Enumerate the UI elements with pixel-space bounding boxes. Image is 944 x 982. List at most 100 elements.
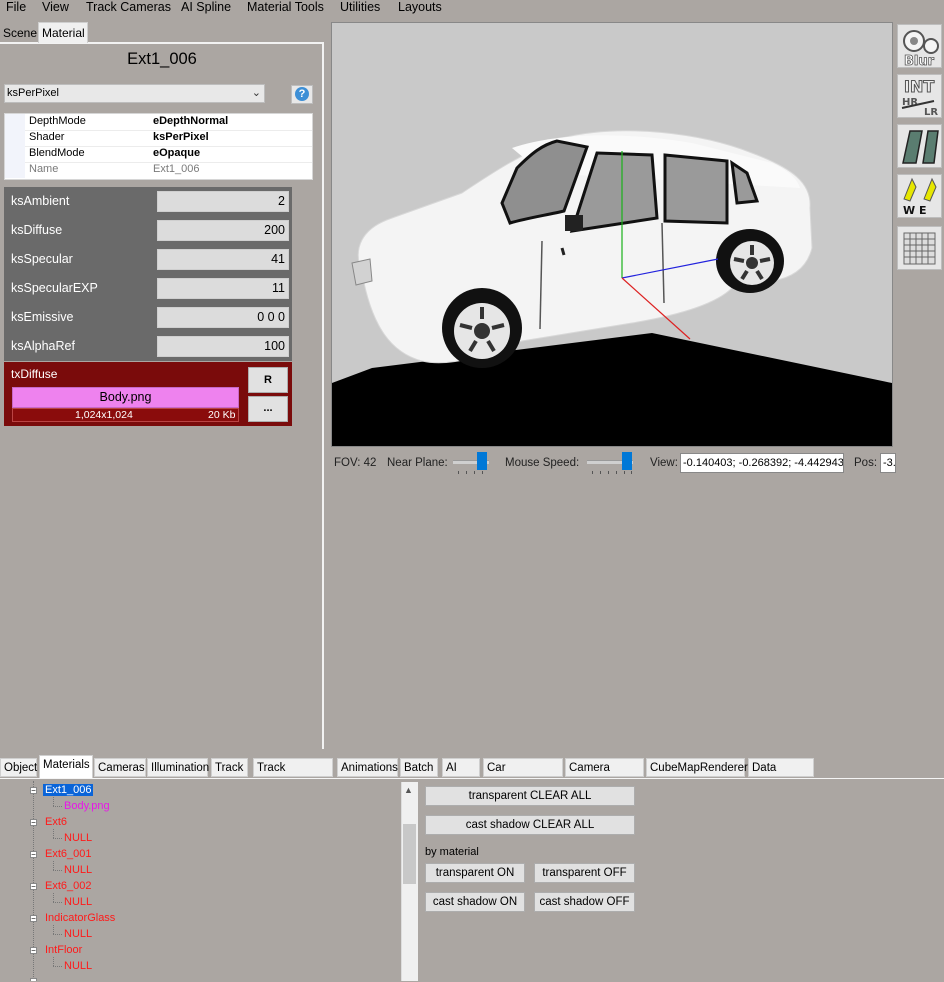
tab-data-scripts[interactable]: Data Scripts — [748, 758, 814, 793]
tree-item-texture[interactable]: NULL — [64, 928, 92, 940]
prop-key: DepthMode — [29, 115, 86, 127]
tab-object[interactable]: Object — [0, 758, 37, 777]
tab-track-cameras[interactable]: Track Cameras — [253, 758, 333, 793]
tab-ai[interactable]: AI — [442, 758, 480, 777]
tab-car-animations[interactable]: Car Animations — [483, 758, 563, 793]
svg-text:W E: W E — [903, 204, 926, 217]
grid-icon — [903, 232, 936, 265]
tree-item-texture[interactable]: NULL — [64, 864, 92, 876]
tab-scene[interactable]: Scene — [0, 24, 40, 43]
tree-scrollbar[interactable]: ▲ — [401, 782, 418, 981]
tab-illumination[interactable]: Illumination — [147, 758, 209, 777]
tree-item-material[interactable]: IntFloor — [45, 944, 82, 956]
prop-row-shader[interactable]: Shader ksPerPixel — [5, 130, 312, 147]
collapse-icon[interactable]: − — [30, 883, 37, 891]
menu-file[interactable]: File — [6, 0, 26, 14]
cast-shadow-off-button[interactable]: cast shadow OFF — [534, 892, 635, 912]
mouse-speed-slider-thumb[interactable] — [622, 452, 632, 470]
menu-ai-spline[interactable]: AI Spline — [181, 0, 231, 14]
property-grid: DepthMode eDepthNormal Shader ksPerPixel… — [4, 113, 313, 180]
tree-item-texture[interactable]: NULL — [64, 960, 92, 972]
wipers-toggle-button[interactable]: W E — [897, 174, 942, 218]
collapse-icon[interactable]: − — [30, 851, 37, 859]
menu-view[interactable]: View — [42, 0, 69, 14]
param-input[interactable]: 200 — [157, 220, 289, 241]
param-label: ksEmissive — [11, 310, 74, 324]
wipers-icon: W E — [903, 177, 937, 217]
glass-toggle-button[interactable] — [897, 124, 942, 168]
3d-viewport[interactable] — [331, 22, 893, 447]
param-label: ksAmbient — [11, 194, 70, 208]
cast-shadow-clear-all-button[interactable]: cast shadow CLEAR ALL — [425, 815, 635, 835]
chevron-down-icon: ⌄ — [251, 87, 261, 99]
tree-item-texture[interactable]: Body.png — [64, 800, 110, 812]
tree-item-material[interactable]: Ext6_001 — [45, 848, 91, 860]
interior-toggle-button[interactable]: INT HR LR — [897, 74, 942, 118]
collapse-icon[interactable]: − — [30, 787, 37, 795]
tab-camera-spline[interactable]: Camera Spline — [565, 758, 644, 793]
view-vector-input[interactable]: -0.140403; -0.268392; -4.442943 — [680, 453, 844, 473]
tab-batch[interactable]: Batch — [400, 758, 438, 777]
position-input[interactable]: -3. — [880, 453, 896, 473]
transparent-off-button[interactable]: transparent OFF — [534, 863, 635, 883]
prop-value: eDepthNormal — [153, 115, 229, 127]
transparent-on-button[interactable]: transparent ON — [425, 863, 525, 883]
prop-key: Shader — [29, 131, 65, 143]
transparent-clear-all-button[interactable]: transparent CLEAR ALL — [425, 786, 635, 806]
blur-icon: Blur — [903, 30, 939, 69]
tab-material[interactable]: Material — [38, 22, 88, 43]
prop-value: ksPerPixel — [153, 131, 209, 143]
tab-cubemaprenderer[interactable]: CubeMapRenderer — [646, 758, 748, 777]
mouse-speed-label: Mouse Speed: — [505, 457, 580, 469]
tab-animations[interactable]: Animations — [337, 758, 398, 777]
interior-icon: INT HR LR — [901, 77, 938, 118]
scroll-up-icon[interactable]: ▲ — [404, 785, 413, 795]
tab-cameras[interactable]: Cameras — [94, 758, 146, 777]
param-label: ksSpecularEXP — [11, 281, 98, 295]
menu-bar: File View Track Cameras AI Spline Materi… — [0, 0, 944, 17]
prop-row-blendmode[interactable]: BlendMode eOpaque — [5, 146, 312, 163]
material-name-title: Ext1_006 — [127, 50, 197, 68]
collapse-icon[interactable]: − — [30, 915, 37, 923]
cast-shadow-on-button[interactable]: cast shadow ON — [425, 892, 525, 912]
svg-text:INT: INT — [904, 77, 934, 96]
tab-track[interactable]: Track — [211, 758, 248, 777]
browse-texture-button[interactable]: ... — [248, 396, 288, 422]
prop-row-name[interactable]: Name Ext1_006 — [5, 162, 312, 178]
param-ksspecular: ksSpecular 41 — [4, 245, 292, 274]
help-button[interactable]: ? — [291, 85, 313, 104]
texture-file-button[interactable]: Body.png — [12, 387, 239, 408]
help-icon: ? — [295, 87, 309, 101]
param-label: ksDiffuse — [11, 223, 63, 237]
shader-params: ksAmbient 2 ksDiffuse 200 ksSpecular 41 … — [4, 187, 292, 361]
param-input[interactable]: 41 — [157, 249, 289, 270]
tab-materials[interactable]: Materials — [39, 755, 93, 778]
tree-item-material[interactable]: Ext6 — [45, 816, 67, 828]
menu-utilities[interactable]: Utilities — [340, 0, 380, 14]
texture-slot-label: txDiffuse — [11, 367, 58, 381]
param-input[interactable]: 100 — [157, 336, 289, 357]
shader-dropdown[interactable]: ksPerPixel ⌄ — [4, 84, 265, 103]
tree-item-texture[interactable]: NULL — [64, 832, 92, 844]
blur-toggle-button[interactable]: Blur — [897, 24, 942, 69]
tree-scrollbar-thumb[interactable] — [403, 824, 416, 884]
menu-layouts[interactable]: Layouts — [398, 0, 442, 14]
by-material-label: by material — [425, 846, 479, 858]
menu-track-cameras[interactable]: Track Cameras — [86, 0, 171, 14]
prop-row-depthmode[interactable]: DepthMode eDepthNormal — [5, 114, 312, 131]
param-input[interactable]: 2 — [157, 191, 289, 212]
collapse-icon[interactable]: − — [30, 947, 37, 955]
tree-item-material[interactable]: Ext1_006 — [43, 784, 94, 796]
param-input[interactable]: 0 0 0 — [157, 307, 289, 328]
menu-material-tools[interactable]: Material Tools — [247, 0, 324, 14]
param-label: ksAlphaRef — [11, 339, 75, 353]
reload-texture-button[interactable]: R — [248, 367, 288, 393]
tree-item-material[interactable]: IndicatorGlass — [45, 912, 115, 924]
material-tree[interactable]: − Ext1_006 Body.png − Ext6 NULL − Ext6_0… — [2, 781, 416, 981]
param-input[interactable]: 11 — [157, 278, 289, 299]
grid-toggle-button[interactable] — [897, 226, 942, 270]
near-plane-slider-thumb[interactable] — [477, 452, 487, 470]
collapse-icon[interactable]: − — [30, 819, 37, 827]
tree-item-texture[interactable]: NULL — [64, 896, 92, 908]
tree-item-material[interactable]: Ext6_002 — [45, 880, 91, 892]
